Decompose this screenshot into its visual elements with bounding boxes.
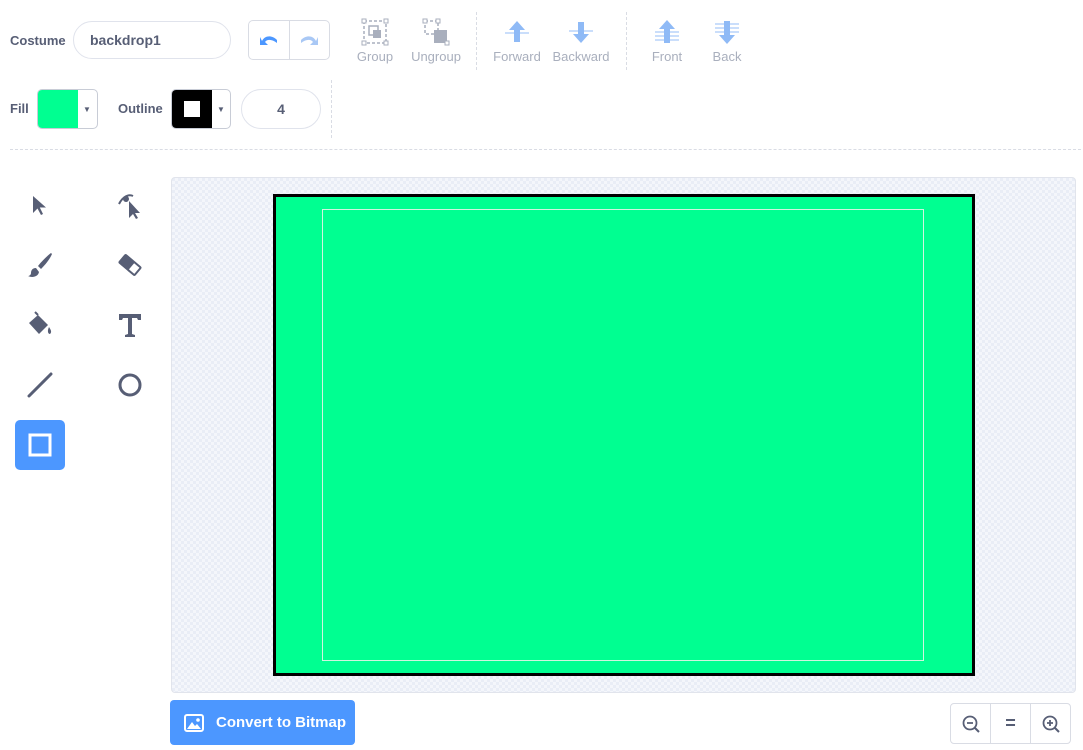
tool-text[interactable] [105, 300, 155, 350]
tool-reshape[interactable] [105, 180, 155, 230]
front-label: Front [651, 49, 683, 64]
backward-button[interactable]: Backward [546, 17, 616, 64]
zoom-out-button[interactable] [951, 704, 990, 743]
forward-arrow-icon [505, 21, 529, 42]
ungroup-label: Ungroup [411, 49, 461, 64]
outline-width-input[interactable]: 4 [241, 89, 321, 129]
undo-button[interactable] [249, 21, 289, 59]
outline-color-button[interactable]: ▼ [171, 89, 231, 129]
toolbar-divider [331, 80, 332, 138]
undo-redo-group [248, 20, 330, 60]
ungroup-button[interactable]: Ungroup [401, 17, 471, 64]
front-icon [655, 20, 679, 43]
zoom-in-icon [1042, 715, 1060, 733]
outline-label: Outline [118, 101, 163, 116]
tool-fill[interactable] [15, 300, 65, 350]
toolbar-divider [626, 12, 627, 70]
tool-eraser[interactable] [105, 240, 155, 290]
circle-icon [118, 373, 142, 397]
convert-to-bitmap-button[interactable]: Convert to Bitmap [170, 700, 355, 745]
convert-to-bitmap-label: Convert to Bitmap [216, 714, 347, 731]
zoom-reset-label: = [1005, 713, 1016, 733]
forward-label: Forward [493, 49, 541, 64]
forward-button[interactable]: Forward [482, 17, 552, 64]
redo-button[interactable] [288, 21, 330, 59]
fill-color-button[interactable]: ▼ [37, 89, 98, 129]
ungroup-icon [422, 18, 450, 46]
tool-circle[interactable] [105, 360, 155, 410]
back-button[interactable]: Back [692, 17, 762, 64]
dropdown-arrow-icon: ▼ [217, 104, 225, 114]
outline-color-swatch [172, 90, 212, 128]
zoom-in-button[interactable] [1030, 704, 1070, 743]
group-label: Group [356, 49, 394, 64]
group-icon [361, 18, 389, 46]
bitmap-image-icon [184, 713, 204, 732]
tool-select[interactable] [15, 180, 65, 230]
fill-label: Fill [10, 101, 29, 116]
backward-arrow-icon [569, 22, 593, 43]
tool-brush[interactable] [15, 240, 65, 290]
tool-line[interactable] [15, 360, 65, 410]
back-icon [715, 21, 739, 44]
zoom-reset-button[interactable]: = [990, 704, 1030, 743]
brush-icon [28, 253, 52, 277]
fill-color-swatch [38, 90, 78, 128]
backward-label: Backward [552, 49, 610, 64]
fill-bucket-icon [29, 311, 52, 334]
stage-bounds-guide [322, 209, 924, 661]
group-button[interactable]: Group [340, 17, 410, 64]
toolbar-divider [476, 12, 477, 70]
back-label: Back [712, 49, 742, 64]
eraser-icon [118, 254, 142, 276]
undo-icon [259, 36, 277, 45]
zoom-controls: = [950, 703, 1071, 744]
zoom-out-icon [962, 715, 980, 733]
reshape-icon [118, 194, 140, 219]
dropdown-arrow-icon: ▼ [83, 104, 91, 114]
redo-icon [301, 36, 319, 45]
costume-name-input[interactable] [73, 21, 231, 59]
costume-label: Costume [10, 33, 66, 48]
outline-swatch-center [184, 101, 200, 117]
toolbar-separator [10, 149, 1081, 150]
rectangle-icon [28, 433, 52, 457]
tool-rectangle[interactable] [15, 420, 65, 470]
select-arrow-icon [33, 196, 46, 215]
line-icon [27, 372, 53, 398]
text-icon [119, 314, 141, 337]
